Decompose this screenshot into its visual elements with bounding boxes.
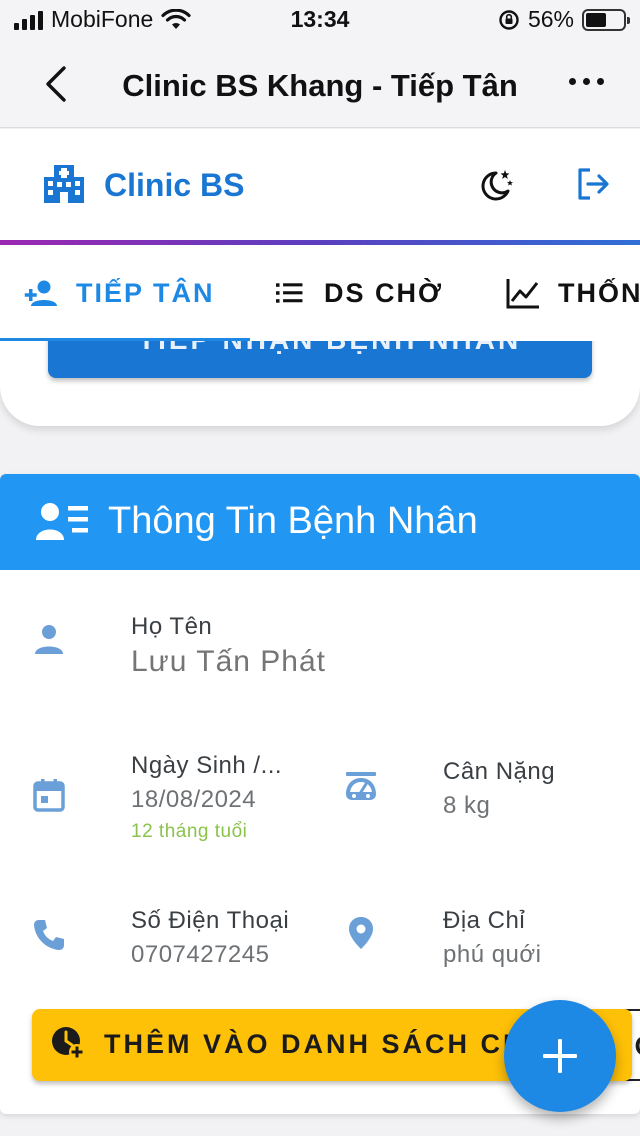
clock-add-icon	[52, 1027, 85, 1060]
patient-card-header: Thông Tin Bệnh Nhân	[0, 474, 640, 570]
list-icon	[276, 283, 303, 303]
brand-name: Clinic BS	[104, 167, 245, 203]
dob-label: Ngày Sinh /...	[131, 752, 283, 779]
tab-tiep-tan[interactable]: TIẾP TÂN	[24, 277, 215, 309]
navigation-bar: Clinic BS Khang - Tiếp Tân	[0, 40, 640, 128]
tab-label: THỐN	[558, 277, 640, 308]
rotation-lock-icon	[499, 9, 519, 30]
phone-value: 0707427245	[131, 941, 270, 968]
more-dots-icon[interactable]	[569, 78, 604, 85]
scale-icon	[346, 772, 376, 800]
status-bar: MobiFone 13:34 56%	[0, 0, 640, 40]
weight-label: Cân Nặng	[443, 758, 556, 785]
add-to-waitlist-label: THÊM VÀO DANH SÁCH CH	[104, 1029, 526, 1059]
nav-title: Clinic BS Khang - Tiếp Tân	[122, 68, 518, 103]
add-fab-button[interactable]	[504, 1000, 616, 1112]
tab-bar: TIẾP TÂN DS CHỜ THỐN	[0, 245, 640, 341]
tab-label: DS CHỜ	[324, 277, 444, 308]
line-chart-icon	[506, 279, 539, 309]
status-right: 56%	[498, 6, 630, 33]
tab-ds-cho[interactable]: DS CHỜ	[276, 277, 443, 309]
battery-percent: 56%	[527, 6, 574, 32]
app-header: Clinic BS	[0, 129, 640, 240]
age-hint: 12 tháng tuổi	[131, 821, 248, 842]
phone-label: Số Điện Thoại	[131, 907, 290, 934]
active-tab-indicator	[0, 338, 250, 341]
patient-card-title: Thông Tin Bệnh Nhân	[108, 500, 478, 542]
name-label: Họ Tên	[131, 613, 213, 640]
battery-icon	[582, 8, 630, 31]
dob-value: 18/08/2024	[131, 786, 257, 813]
calendar-icon	[33, 779, 65, 812]
weight-value: 8 kg	[443, 792, 491, 819]
person-icon	[35, 625, 63, 654]
address-label: Địa Chỉ	[443, 907, 526, 934]
contact-list-icon	[36, 503, 88, 540]
plus-icon	[543, 1039, 577, 1073]
tab-thong-ke[interactable]: THỐN	[506, 277, 640, 309]
phone-icon	[34, 920, 64, 950]
address-value: phú quới	[443, 941, 542, 968]
dark-mode-moon-icon[interactable]	[476, 164, 516, 204]
hospital-building-icon	[44, 165, 84, 203]
person-add-icon	[24, 280, 57, 306]
tab-label: TIẾP TÂN	[76, 277, 215, 308]
name-value: Lưu Tấn Phát	[131, 645, 326, 678]
logout-icon[interactable]	[574, 164, 614, 204]
battery-fill	[586, 12, 607, 27]
location-pin-icon	[349, 917, 373, 949]
